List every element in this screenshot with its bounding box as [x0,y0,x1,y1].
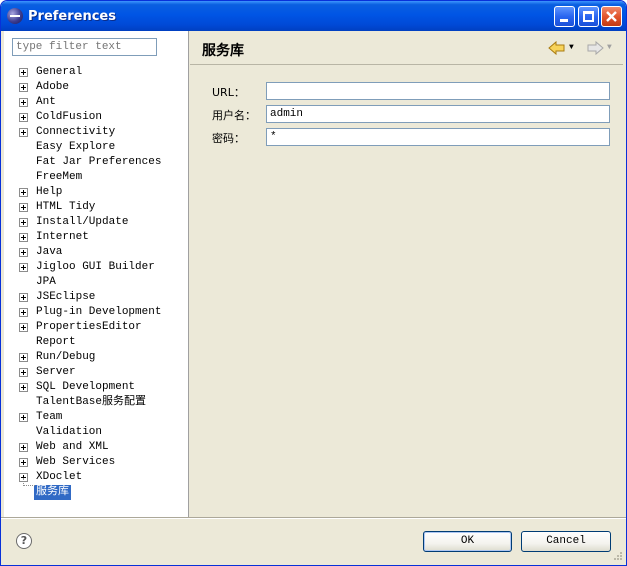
tree-item-label: JSEclipse [36,291,96,303]
tree-item-label: Web Services [36,456,116,468]
tree-item-label: General [36,66,83,78]
tree-item-label: 服务库 [34,485,71,500]
ok-button[interactable]: OK [423,531,512,552]
tree-item-label: PropertiesEditor [36,321,142,333]
expand-plus-icon[interactable] [19,113,28,122]
back-arrow-icon[interactable] [548,40,566,56]
tree-item-label: Help [36,186,63,198]
dialog-content: General Adobe Ant ColdFusion Connectivity Eas… [4,31,623,518]
expand-plus-icon[interactable] [19,218,28,227]
preference-tree-pane: General Adobe Ant ColdFusion Connectivity Eas… [4,31,189,518]
tree-item-label: Team [36,411,63,423]
close-icon [606,11,617,22]
password-row: 密码： [212,128,612,146]
tree-item-label: SQL Development [36,381,136,393]
username-field[interactable] [266,105,610,123]
password-label: 密码： [212,132,245,145]
expand-plus-icon[interactable] [19,353,28,362]
filter-input[interactable] [12,38,157,56]
close-button[interactable] [601,6,622,27]
expand-plus-icon[interactable] [19,188,28,197]
expand-plus-icon[interactable] [19,203,28,212]
username-label: 用户名： [212,109,256,122]
expand-plus-icon[interactable] [19,233,28,242]
forward-dropdown-chevron-icon[interactable]: ▼ [607,44,617,52]
expand-plus-icon[interactable] [19,413,28,422]
preferences-window: Preferences General Adobe Ant ColdFusion Con… [0,0,627,566]
expand-plus-icon[interactable] [19,383,28,392]
button-bar: ? OK Cancel [1,518,626,563]
tree-item-label: JPA [36,276,56,288]
maximize-button[interactable] [578,6,599,27]
tree-item-label: Plug-in Development [36,306,162,318]
expand-plus-icon[interactable] [19,68,28,77]
expand-plus-icon[interactable] [19,293,28,302]
minimize-button[interactable] [554,6,575,27]
eclipse-icon [7,8,23,24]
expand-plus-icon[interactable] [19,248,28,257]
tree-item-label: Web and XML [36,441,109,453]
password-field[interactable] [266,128,610,146]
tree-item-label: HTML Tidy [36,201,96,213]
tree-item-label: ColdFusion [36,111,103,123]
tree-item-label: TalentBase服务配置 [36,396,147,408]
tree-item-label: Internet [36,231,89,243]
cancel-button[interactable]: Cancel [521,531,611,552]
username-row: 用户名： [212,105,612,123]
tree-item-label: Fat Jar Preferences [36,156,162,168]
expand-plus-icon[interactable] [19,458,28,467]
page-header: 服务库 ▼ ▼ [190,31,623,65]
tree-item-label: Report [36,336,76,348]
help-icon[interactable]: ? [16,533,32,549]
tree-item-label: XDoclet [36,471,83,483]
tree-item-label: Ant [36,96,56,108]
url-row: URL： [212,82,612,100]
tree-item-label: Install/Update [36,216,129,228]
tree-item-label: Adobe [36,81,70,93]
tree-item-label: Jigloo GUI Builder [36,261,155,273]
url-label: URL： [212,86,245,99]
expand-plus-icon[interactable] [19,308,28,317]
preference-page: 服务库 ▼ ▼ URL： 用户名： 密码： [190,31,623,518]
tree-item-label: Easy Explore [36,141,116,153]
tree-connector-line [23,478,35,486]
expand-plus-icon[interactable] [19,263,28,272]
back-dropdown-chevron-icon[interactable]: ▼ [569,44,579,52]
url-field[interactable] [266,82,610,100]
page-title: 服务库 [202,43,244,59]
expand-plus-icon[interactable] [19,368,28,377]
expand-plus-icon[interactable] [19,83,28,92]
expand-plus-icon[interactable] [19,323,28,332]
expand-plus-icon[interactable] [19,98,28,107]
maximize-icon [583,11,594,22]
minimize-icon [560,19,568,22]
tree-item-label: FreeMem [36,171,83,183]
expand-plus-icon[interactable] [19,443,28,452]
window-title: Preferences [28,9,116,24]
tree-item-label: Run/Debug [36,351,96,363]
tree-item-label: Validation [36,426,103,438]
forward-arrow-icon[interactable] [586,40,604,56]
resize-grip-icon[interactable] [613,551,623,561]
tree-item-label: Connectivity [36,126,116,138]
tree-item-label: Java [36,246,63,258]
expand-plus-icon[interactable] [19,128,28,137]
tree-item-label: Server [36,366,76,378]
title-bar[interactable]: Preferences [1,1,626,31]
